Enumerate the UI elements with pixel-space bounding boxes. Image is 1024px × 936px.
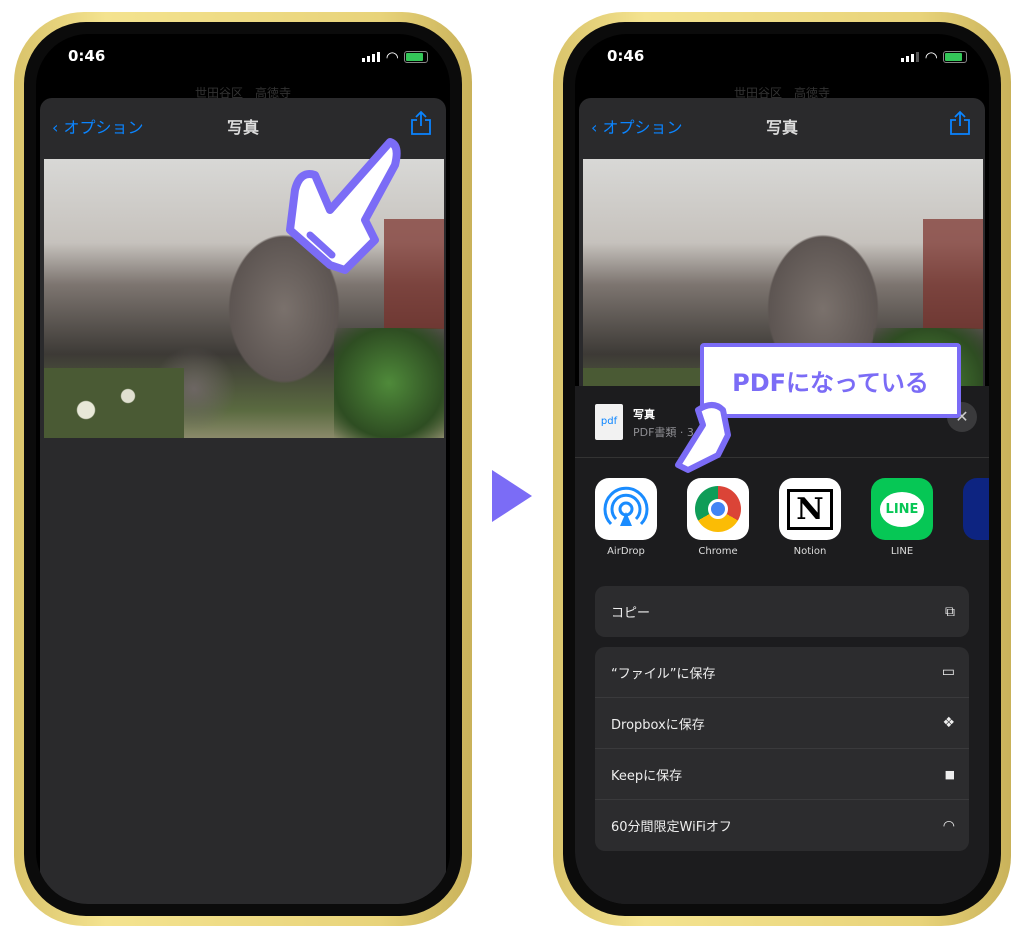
app-line[interactable]: LINE LINE: [871, 478, 933, 586]
dropbox-app-icon: ◆: [963, 478, 989, 540]
app-label: Chrome: [698, 546, 738, 557]
share-sheet: pdf 写真 PDF書類 · 3.9 MB ✕ AirDrop Chrome N…: [575, 386, 989, 904]
wifi-icon: ◠: [942, 817, 955, 834]
notion-icon: N: [779, 478, 841, 540]
actions-group: “ファイル”に保存 ▭ Dropboxに保存 ❖ Keepに保存 ■ 60分間限定Wi…: [595, 647, 969, 851]
app-row[interactable]: AirDrop Chrome N Notion LINE LINE ◆ Dr: [575, 458, 989, 586]
copy-group: コピー ⧉: [595, 586, 969, 637]
app-chrome[interactable]: Chrome: [687, 478, 749, 586]
app-label: Notion: [793, 546, 827, 557]
app-label: LINE: [890, 546, 914, 557]
status-time: 0:46: [607, 47, 645, 65]
cellular-icon: [901, 52, 920, 62]
arrow-right-icon: [492, 470, 532, 522]
app-label: Dr: [988, 546, 989, 557]
wifi-icon: ◠: [925, 48, 937, 66]
app-dropbox[interactable]: ◆ Dr: [963, 478, 989, 586]
folder-icon: ▭: [941, 664, 955, 680]
pointing-hand-icon: [286, 138, 401, 274]
battery-icon: [404, 51, 428, 63]
action-label: Dropboxに保存: [611, 717, 705, 733]
action-label: 60分間限定WiFiオフ: [611, 820, 732, 835]
airdrop-icon: [595, 478, 657, 540]
status-time: 0:46: [68, 47, 106, 65]
phone-after: 0:46 ◠ 世田谷区 高徳寺 ‹ オプション 写真 pdf 写真 PDF書類 …: [553, 12, 1011, 926]
action-save-to-keep[interactable]: Keepに保存 ■: [595, 749, 969, 800]
file-name: 写真: [633, 408, 655, 421]
wifi-icon: ◠: [386, 48, 398, 66]
action-label: コピー: [611, 606, 651, 621]
action-label: Keepに保存: [611, 768, 683, 784]
action-save-to-dropbox[interactable]: Dropboxに保存 ❖: [595, 698, 969, 749]
line-icon: LINE: [871, 478, 933, 540]
app-label: AirDrop: [607, 546, 645, 557]
copy-icon: ⧉: [945, 603, 955, 620]
nav-bar: ‹ オプション 写真: [579, 98, 985, 150]
annotation-callout: PDFになっている: [700, 343, 961, 418]
app-notion[interactable]: N Notion: [779, 478, 841, 586]
action-wifi-off[interactable]: 60分間限定WiFiオフ ◠: [595, 800, 969, 851]
app-airdrop[interactable]: AirDrop: [595, 478, 657, 586]
share-icon[interactable]: [949, 110, 971, 136]
status-bar: 0:46 ◠: [36, 34, 450, 74]
status-bar: 0:46 ◠: [575, 34, 989, 74]
pointing-hand-icon: [675, 402, 731, 473]
cellular-icon: [362, 52, 381, 62]
dropbox-icon: ❖: [942, 715, 955, 731]
action-label: “ファイル”に保存: [611, 666, 716, 682]
share-icon[interactable]: [410, 110, 432, 136]
pdf-file-icon: pdf: [595, 404, 623, 440]
battery-icon: [943, 51, 967, 63]
bookmark-icon: ■: [944, 767, 955, 781]
action-save-to-files[interactable]: “ファイル”に保存 ▭: [595, 647, 969, 698]
page-title: 写真: [765, 118, 798, 137]
action-copy[interactable]: コピー ⧉: [595, 586, 969, 637]
chrome-icon: [687, 478, 749, 540]
